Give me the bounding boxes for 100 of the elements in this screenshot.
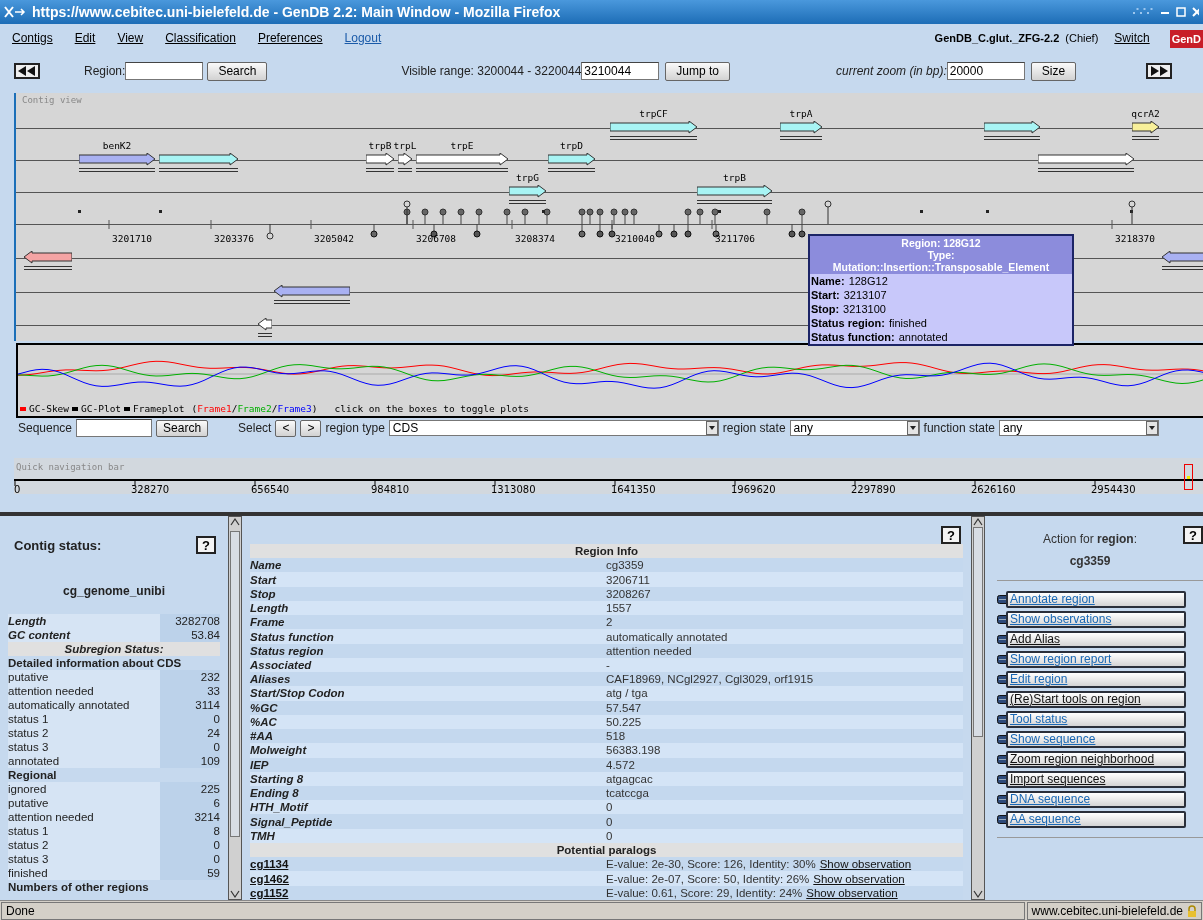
maximize-icon[interactable] (1175, 6, 1187, 18)
status-value: 24 (160, 726, 220, 740)
action-button[interactable]: Tool status (1006, 710, 1186, 728)
gene-arrow[interactable] (697, 185, 772, 205)
gene-arrow[interactable] (548, 153, 595, 173)
viewport-marker[interactable] (1184, 464, 1193, 490)
gene-arrow[interactable] (79, 153, 155, 173)
tooltip-title: Type: (927, 249, 955, 261)
ruler-label: 3210040 (615, 233, 656, 244)
visible-range: Visible range: 3200044 - 3220044 (401, 64, 582, 78)
paralog-link[interactable]: cg1134 (250, 858, 606, 871)
gene-arrow[interactable] (398, 153, 412, 173)
gene-label: trpB (723, 172, 746, 183)
position-field[interactable]: 3210044 (581, 62, 660, 80)
function-state-select[interactable]: any (998, 420, 1159, 436)
help-button[interactable]: ? (196, 536, 216, 554)
scroll-right-button[interactable] (1146, 63, 1173, 79)
action-button[interactable]: AA sequence (1006, 810, 1186, 828)
gene-arrow[interactable] (1038, 153, 1134, 173)
table-cell-text: TMH (250, 829, 276, 842)
table-cell: 2 (606, 616, 613, 629)
close-icon[interactable] (1191, 6, 1199, 18)
help-button[interactable]: ? (941, 526, 961, 544)
gene-arrow[interactable] (509, 185, 546, 205)
region-field[interactable] (125, 62, 204, 80)
action-button[interactable]: Edit region (1006, 670, 1186, 688)
status-label: status 1 (8, 712, 160, 726)
status-label: Detailed information about CDS (8, 656, 183, 670)
jump-button[interactable]: Jump to (665, 61, 731, 81)
action-button[interactable]: Show observations (1006, 610, 1186, 628)
action-button[interactable]: Annotate region (1006, 590, 1186, 608)
menu-item[interactable]: Edit (74, 31, 96, 45)
table-cell-text: Signal_Peptide (250, 815, 334, 828)
menu-item[interactable]: Classification (165, 31, 236, 45)
menu-item[interactable]: Contigs (12, 31, 53, 45)
observation-link[interactable]: Show observation (813, 872, 905, 885)
gene-arrow[interactable] (366, 153, 394, 173)
observation-link[interactable]: Show observation (819, 858, 912, 871)
status-label: status 3 (8, 852, 160, 866)
toggle-box[interactable] (20, 406, 26, 411)
region-state-select[interactable]: any (789, 420, 920, 436)
tooltip-title: Region: 128G12 (901, 237, 981, 249)
legend-label: ) (311, 403, 318, 414)
help-button[interactable]: ? (1183, 526, 1203, 544)
gene-arrow[interactable] (416, 153, 508, 173)
observation-link[interactable]: Show observation (806, 886, 898, 899)
switch-link[interactable]: Switch (1114, 31, 1150, 45)
next-button[interactable]: > (300, 419, 322, 437)
gene-arrow[interactable] (1162, 251, 1203, 271)
logout-link[interactable]: Logout (344, 31, 382, 45)
sequence-field[interactable] (76, 419, 153, 437)
paralog-link[interactable]: cg1152 (250, 886, 606, 899)
gene-arrow[interactable] (159, 153, 238, 173)
scrollbar[interactable] (228, 516, 242, 900)
scroll-up-icon[interactable] (229, 517, 241, 527)
gene-arrow[interactable] (274, 285, 350, 305)
paralog-link[interactable]: cg1462 (250, 872, 606, 885)
scroll-down-icon[interactable] (972, 889, 984, 899)
previous-button[interactable]: < (275, 419, 297, 437)
menu-item[interactable]: Preferences (257, 31, 323, 45)
toggle-box[interactable] (72, 406, 79, 411)
gene-label: trpB (368, 140, 392, 151)
action-button[interactable]: DNA sequence (1006, 790, 1186, 808)
scroll-up-icon[interactable] (972, 517, 984, 527)
search-button[interactable]: Search (156, 419, 209, 437)
gene-arrow[interactable] (780, 121, 822, 141)
gene-arrow[interactable] (258, 318, 272, 338)
action-button[interactable]: (Re)Start tools on region (1006, 690, 1186, 708)
axis-label: 1969620 (731, 484, 776, 495)
action-button[interactable]: Add Alias (1006, 630, 1186, 648)
region-type-select[interactable]: CDS (388, 420, 719, 436)
tooltip-label: Status function: (811, 330, 895, 344)
scrollbar-thumb[interactable] (230, 531, 240, 837)
table-cell: atgagcac (606, 772, 653, 785)
action-button[interactable]: Import sequences (1006, 770, 1186, 788)
zoom-field[interactable]: 20000 (946, 62, 1025, 80)
search-button[interactable]: Search (207, 61, 268, 81)
axis-label: 328270 (131, 484, 170, 495)
status-value: 0 (160, 852, 220, 866)
menu-item[interactable]: View (117, 31, 144, 45)
axis-label: 1641350 (611, 484, 656, 495)
tooltip-value: finished (888, 316, 927, 330)
gene-arrow[interactable] (1132, 121, 1159, 141)
scroll-down-icon[interactable] (229, 889, 241, 899)
tooltip-label: Stop: (811, 302, 840, 316)
status-value: 6 (160, 796, 220, 810)
gene-arrow[interactable] (24, 251, 72, 271)
region-label: Region: (84, 64, 126, 78)
gene-arrow[interactable] (610, 121, 697, 141)
scroll-left-button[interactable] (14, 63, 40, 79)
action-button[interactable]: Show sequence (1006, 730, 1186, 748)
toggle-box[interactable] (124, 406, 131, 411)
action-button[interactable]: Show region report (1006, 650, 1186, 668)
action-button[interactable]: Zoom region neighborhood (1006, 750, 1186, 768)
scrollbar[interactable] (971, 516, 985, 900)
scrollbar-thumb[interactable] (973, 527, 983, 737)
table-cell: 1557 (606, 602, 632, 615)
gene-arrow[interactable] (984, 121, 1040, 141)
table-cell: tcatccga (606, 787, 649, 800)
size-button[interactable]: Size (1030, 61, 1077, 81)
